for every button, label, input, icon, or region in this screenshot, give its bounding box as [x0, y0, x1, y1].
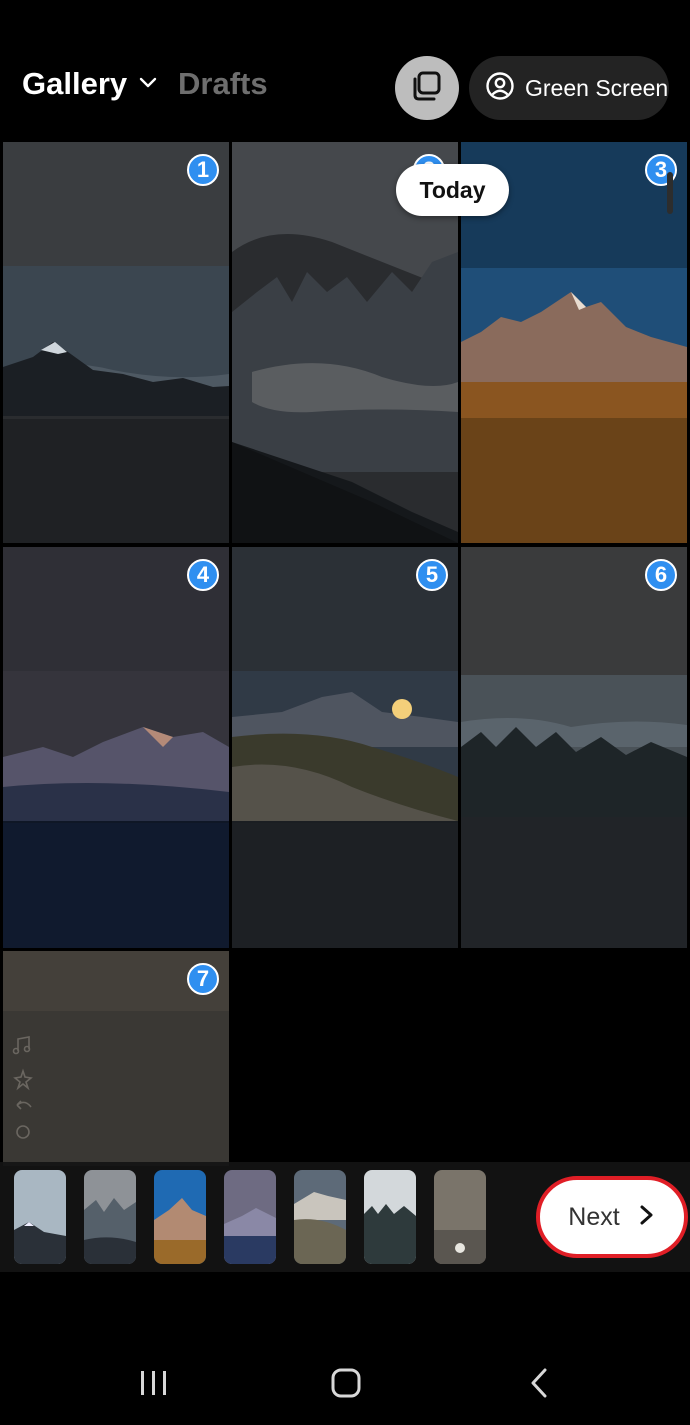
media-tile-7[interactable]: 7: [3, 951, 229, 1166]
gallery-tab-label: Gallery: [22, 66, 128, 101]
selection-badge: 6: [645, 559, 677, 591]
media-thumbnail: [232, 547, 458, 948]
chevron-right-icon: [638, 1204, 656, 1231]
selection-badge: 4: [187, 559, 219, 591]
system-navigation-bar: [0, 1340, 690, 1425]
selected-thumbnail-6[interactable]: [364, 1170, 416, 1264]
green-screen-button[interactable]: Green Screen: [469, 56, 669, 120]
media-tile-6[interactable]: 6: [461, 547, 687, 948]
selection-badge: 7: [187, 963, 219, 995]
selected-thumbnail-2[interactable]: [84, 1170, 136, 1264]
back-icon[interactable]: [528, 1368, 552, 1403]
multi-select-button[interactable]: [395, 56, 459, 120]
media-tile-5[interactable]: 5: [232, 547, 458, 948]
media-thumbnail: [3, 142, 229, 543]
selected-thumbnail-5[interactable]: [294, 1170, 346, 1264]
tab-drafts[interactable]: Drafts: [178, 66, 268, 102]
recents-icon[interactable]: [138, 1368, 170, 1403]
stacked-squares-icon: [410, 69, 444, 108]
media-thumbnail: [3, 547, 229, 948]
selection-badge: 1: [187, 154, 219, 186]
next-button[interactable]: Next: [536, 1176, 688, 1258]
scrollbar-thumb[interactable]: [667, 172, 673, 214]
selection-badge: 5: [416, 559, 448, 591]
top-bar: Gallery Drafts Green Screen: [0, 0, 690, 142]
next-button-label: Next: [568, 1202, 620, 1231]
selected-thumbnail-1[interactable]: [14, 1170, 66, 1264]
selected-thumbnail-4[interactable]: [224, 1170, 276, 1264]
selected-thumbnail-3[interactable]: [154, 1170, 206, 1264]
green-screen-label: Green Screen: [525, 74, 669, 101]
media-tile-1[interactable]: 1: [3, 142, 229, 543]
tab-gallery[interactable]: Gallery: [22, 66, 159, 102]
person-circle-icon: [485, 71, 515, 106]
chevron-down-icon: [137, 71, 159, 98]
selected-thumbnail-7[interactable]: [434, 1170, 486, 1264]
media-thumbnail: [461, 547, 687, 948]
media-tile-4[interactable]: 4: [3, 547, 229, 948]
date-header-pill: Today: [396, 164, 509, 216]
home-icon[interactable]: [330, 1368, 362, 1403]
